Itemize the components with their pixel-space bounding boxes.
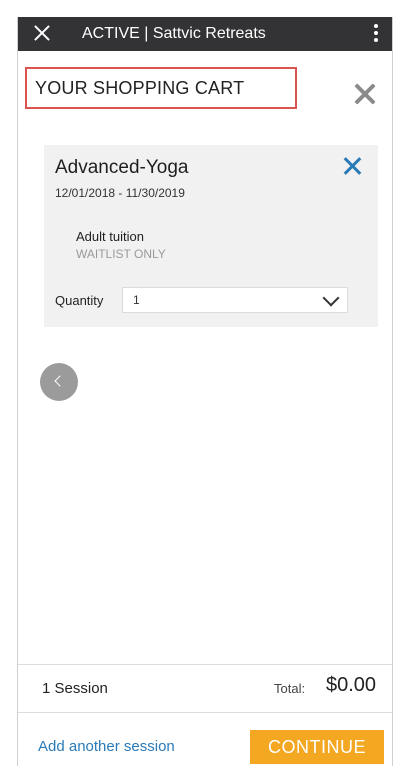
app-bar: ACTIVE | Sattvic Retreats (18, 17, 392, 51)
total-value: $0.00 (326, 674, 377, 696)
close-icon[interactable] (32, 23, 52, 43)
app-title: ACTIVE | Sattvic Retreats (82, 25, 266, 42)
chevron-down-icon (322, 289, 340, 307)
session-card: Advanced-Yoga 12/01/2018 - 11/30/2019 Ad… (44, 145, 378, 327)
quantity-label: Quantity (55, 293, 104, 308)
close-cart-icon[interactable] (354, 83, 376, 105)
continue-button[interactable]: CONTINUE (250, 730, 384, 764)
total-label: Total: (274, 681, 306, 696)
more-vertical-icon[interactable] (374, 24, 378, 44)
fee-status: WAITLIST ONLY (76, 247, 166, 261)
divider (18, 712, 392, 713)
cart-screen: ACTIVE | Sattvic Retreats YOUR SHOPPING … (17, 17, 393, 766)
chevron-left-icon[interactable] (40, 363, 78, 401)
page-title: YOUR SHOPPING CART (25, 67, 297, 109)
divider (18, 664, 392, 665)
fee-name: Adult tuition (76, 229, 144, 244)
session-dates: 12/01/2018 - 11/30/2019 (55, 186, 185, 200)
session-name: Advanced-Yoga (55, 157, 189, 178)
remove-session-icon[interactable] (344, 157, 362, 175)
quantity-value: 1 (133, 293, 140, 307)
add-session-link[interactable]: Add another session (38, 738, 175, 755)
session-count: 1 Session (42, 680, 108, 697)
quantity-select[interactable]: 1 (122, 287, 348, 313)
